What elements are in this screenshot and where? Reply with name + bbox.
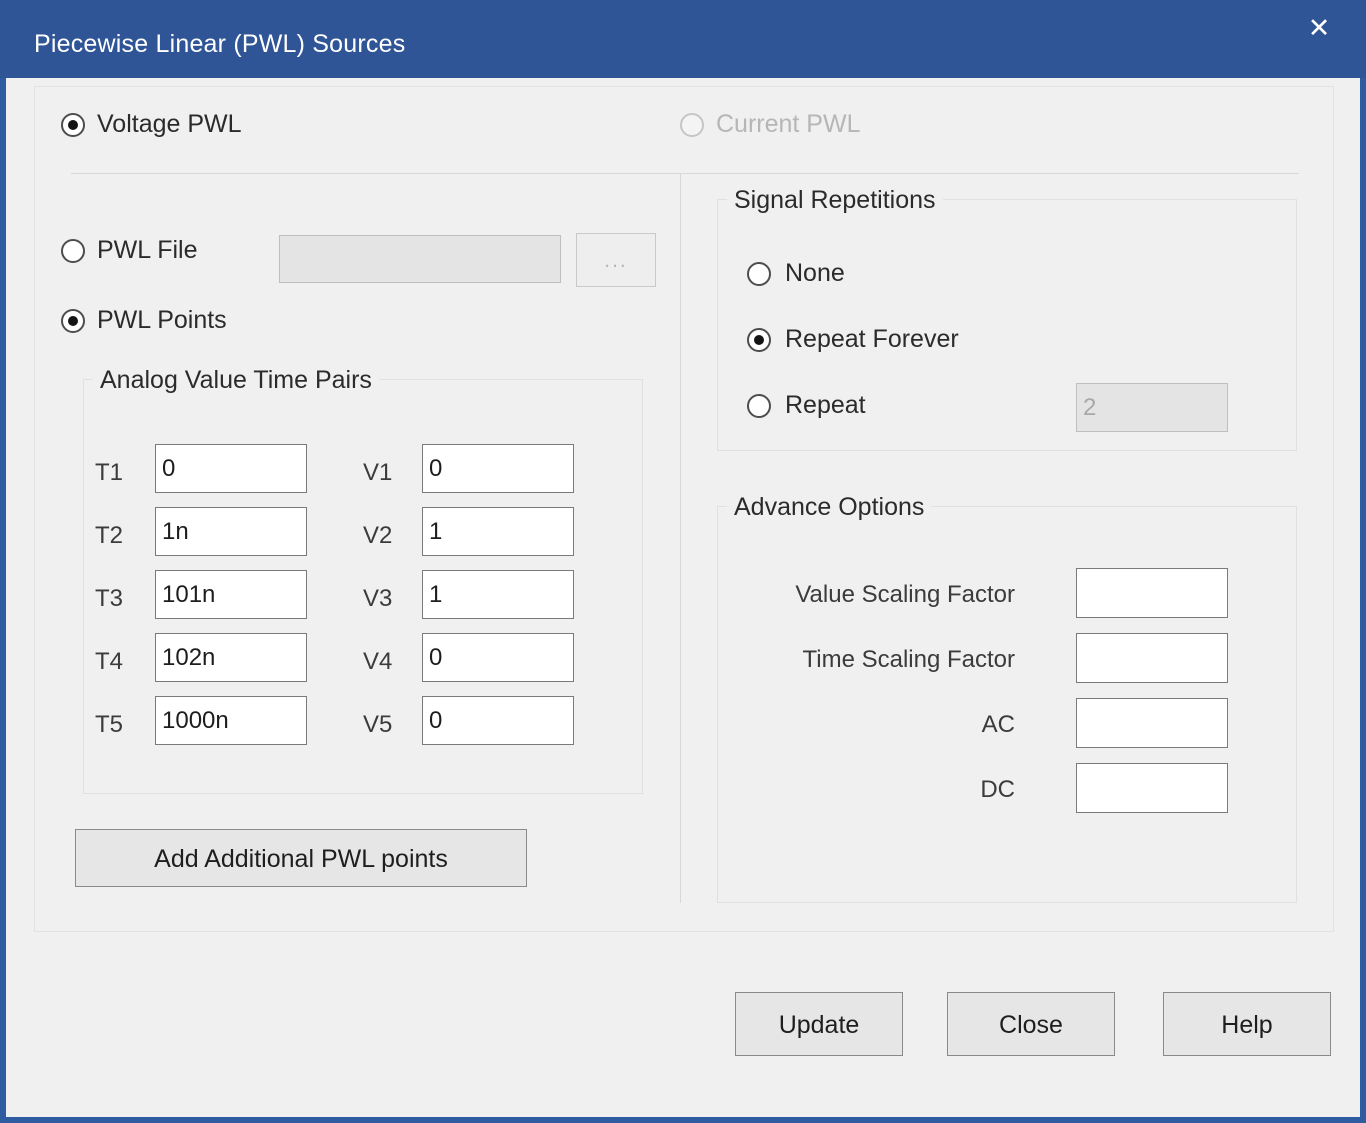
label-v3: V3 — [363, 585, 409, 613]
top-separator — [71, 173, 1299, 174]
label-v5: V5 — [363, 711, 409, 739]
radio-repeat-none[interactable] — [747, 262, 771, 286]
input-t1[interactable] — [155, 444, 307, 493]
input-dc[interactable] — [1076, 763, 1228, 813]
update-button[interactable]: Update — [735, 992, 903, 1056]
label-dc: DC — [695, 776, 1015, 804]
label-value-scaling-factor: Value Scaling Factor — [695, 581, 1015, 609]
input-t3[interactable] — [155, 570, 307, 619]
input-v1[interactable] — [422, 444, 574, 493]
label-v1: V1 — [363, 459, 409, 487]
label-current-pwl: Current PWL — [716, 110, 860, 139]
close-button[interactable]: Close — [947, 992, 1115, 1056]
pwl-sources-dialog: Piecewise Linear (PWL) Sources ✕ Voltage… — [0, 0, 1366, 1123]
label-t4: T4 — [95, 648, 141, 676]
column-separator — [680, 173, 681, 903]
label-repeat-count[interactable]: Repeat — [785, 391, 866, 420]
label-ac: AC — [695, 711, 1015, 739]
radio-current-pwl — [680, 113, 704, 137]
title-bar: Piecewise Linear (PWL) Sources ✕ — [0, 0, 1366, 78]
label-time-scaling-factor: Time Scaling Factor — [695, 646, 1015, 674]
label-v4: V4 — [363, 648, 409, 676]
radio-pwl-points[interactable] — [61, 309, 85, 333]
label-voltage-pwl[interactable]: Voltage PWL — [97, 110, 242, 139]
input-t2[interactable] — [155, 507, 307, 556]
label-pwl-file[interactable]: PWL File — [97, 236, 197, 265]
signal-repetitions-title: Signal Repetitions — [727, 186, 943, 215]
window-title: Piecewise Linear (PWL) Sources — [34, 30, 405, 59]
label-pwl-points[interactable]: PWL Points — [97, 306, 227, 335]
advance-options-title: Advance Options — [727, 493, 931, 522]
input-v3[interactable] — [422, 570, 574, 619]
input-ac[interactable] — [1076, 698, 1228, 748]
input-v4[interactable] — [422, 633, 574, 682]
analog-value-time-pairs-title: Analog Value Time Pairs — [93, 366, 379, 395]
input-v2[interactable] — [422, 507, 574, 556]
label-repeat-forever[interactable]: Repeat Forever — [785, 325, 959, 354]
label-repeat-none[interactable]: None — [785, 259, 845, 288]
radio-pwl-file[interactable] — [61, 239, 85, 263]
input-v5[interactable] — [422, 696, 574, 745]
browse-button: ... — [576, 233, 656, 287]
pwl-file-path-input — [279, 235, 561, 283]
radio-repeat-count[interactable] — [747, 394, 771, 418]
input-value-scaling-factor[interactable] — [1076, 568, 1228, 618]
label-t3: T3 — [95, 585, 141, 613]
add-additional-pwl-points-button[interactable]: Add Additional PWL points — [75, 829, 527, 887]
label-v2: V2 — [363, 522, 409, 550]
content-panel: Voltage PWL Current PWL PWL File ... PWL… — [34, 86, 1334, 932]
radio-voltage-pwl[interactable] — [61, 113, 85, 137]
radio-repeat-forever[interactable] — [747, 328, 771, 352]
close-icon[interactable]: ✕ — [1300, 12, 1338, 46]
input-repeat-count — [1076, 383, 1228, 432]
label-t2: T2 — [95, 522, 141, 550]
label-t5: T5 — [95, 711, 141, 739]
help-button[interactable]: Help — [1163, 992, 1331, 1056]
input-t5[interactable] — [155, 696, 307, 745]
input-t4[interactable] — [155, 633, 307, 682]
input-time-scaling-factor[interactable] — [1076, 633, 1228, 683]
label-t1: T1 — [95, 459, 141, 487]
